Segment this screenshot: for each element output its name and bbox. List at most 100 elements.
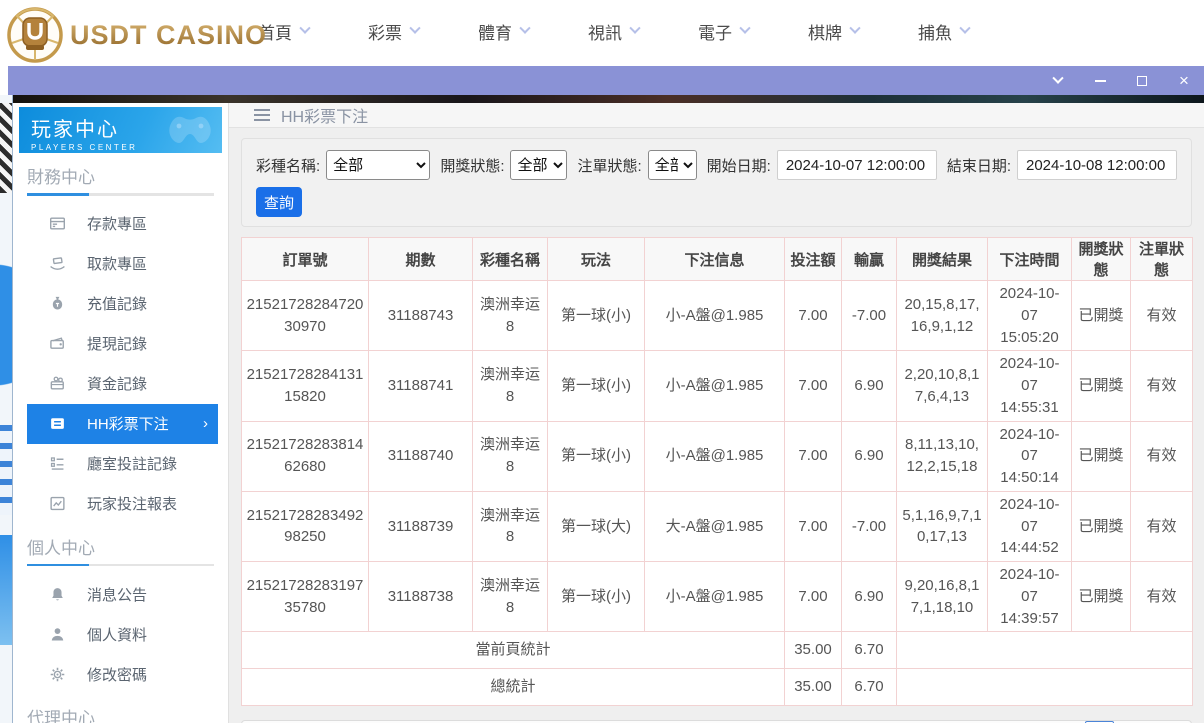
cell-order-no: 2152172828319735780 [241, 560, 369, 633]
nav-item-video[interactable]: 視訊 [588, 19, 641, 44]
col-header-win-loss: 輸贏 [841, 237, 897, 281]
nav-item-boardgames[interactable]: 棋牌 [808, 19, 861, 44]
col-header-order-status: 注單狀態 [1130, 237, 1193, 281]
sidebar-item-announcements[interactable]: 消息公告 [27, 574, 218, 614]
cell-bet-info: 小-A盤@1.985 [644, 350, 785, 422]
summary-label: 總統計 [241, 668, 785, 707]
sidebar: 玩家中心 PLAYERS CENTER 財務中心 存款專區 取款專區 充值記錄 … [13, 103, 229, 723]
table-row: 2152172828381462680 31188740 澳洲幸运8 第一球(小… [241, 420, 1193, 492]
summary-label: 當前頁統計 [241, 631, 785, 670]
summary-empty [896, 631, 1193, 670]
cell-win-loss: -7.00 [841, 279, 897, 352]
lottery-name-select[interactable]: 全部 [326, 150, 431, 180]
usdt-casino-ball-icon [6, 5, 64, 65]
cell-bet-info: 小-A盤@1.985 [644, 420, 785, 492]
summary-bet-amount: 35.00 [784, 668, 842, 707]
window-maximize-button[interactable] [1134, 73, 1150, 89]
chevron-down-icon [849, 22, 861, 34]
summary-win-loss: 6.70 [841, 631, 897, 670]
draw-status-label: 開獎狀態: [440, 157, 505, 175]
draw-status-select[interactable]: 全部 [510, 150, 568, 180]
chevron-down-icon [959, 22, 971, 34]
window-top-strip [13, 95, 1204, 103]
gamepad-icon [169, 116, 211, 143]
cell-draw-status: 已開獎 [1071, 560, 1131, 633]
start-date-input[interactable] [776, 150, 937, 180]
window-titlebar: × [8, 66, 1204, 95]
table-row: 2152172828472030970 31188743 澳洲幸运8 第一球(小… [241, 279, 1193, 352]
background-page-edge [0, 95, 12, 723]
cell-draw-result: 2,20,10,8,17,6,4,13 [896, 350, 988, 422]
sidebar-item-room-bet-record[interactable]: 廳室投註記錄 [27, 444, 218, 484]
window-collapse-button[interactable] [1050, 72, 1066, 89]
cell-period: 31188739 [368, 490, 473, 563]
cell-draw-status: 已開獎 [1071, 279, 1131, 352]
chevron-right-icon: › [203, 415, 208, 432]
section-underline [27, 193, 214, 196]
sidebar-item-fund-record[interactable]: 資金記錄 [27, 364, 218, 404]
end-date-input[interactable] [1017, 150, 1177, 180]
col-header-bet-info: 下注信息 [644, 237, 785, 281]
gear-icon [50, 667, 65, 681]
col-header-draw-status: 開獎狀態 [1071, 237, 1131, 281]
cell-period: 31188741 [368, 350, 473, 422]
sidebar-item-hh-lottery-bets[interactable]: HH彩票下注 › [27, 403, 218, 444]
cell-win-loss: 6.90 [841, 350, 897, 422]
sidebar-item-recharge-record[interactable]: 充值記錄 [27, 284, 218, 324]
cell-play: 第一球(小) [547, 350, 645, 422]
sidebar-item-change-password[interactable]: 修改密碼 [27, 654, 218, 694]
col-header-bet-amount: 投注額 [784, 237, 842, 281]
cell-bet-amount: 7.00 [784, 350, 842, 422]
section-title-agent: 代理中心 [27, 709, 95, 723]
nav-item-electronic[interactable]: 電子 [698, 19, 751, 44]
cell-order-status: 有效 [1130, 490, 1193, 563]
cell-lottery: 澳洲幸运8 [472, 420, 548, 492]
cell-bet-info: 大-A盤@1.985 [644, 490, 785, 563]
sidebar-item-withdrawal-record[interactable]: 提現記錄 [27, 324, 218, 364]
brand-logo[interactable]: USDT CASINO [6, 5, 267, 65]
summary-empty [896, 668, 1193, 707]
deposit-card-icon [50, 217, 65, 230]
summary-win-loss: 6.70 [841, 668, 897, 707]
table-row: 2152172828319735780 31188738 澳洲幸运8 第一球(小… [241, 560, 1193, 633]
cell-lottery: 澳洲幸运8 [472, 279, 548, 352]
sidebar-item-player-bet-report[interactable]: 玩家投注報表 [27, 484, 218, 524]
sidebar-item-withdraw[interactable]: 取款專區 [27, 244, 218, 284]
cell-draw-result: 9,20,16,8,17,1,18,10 [896, 560, 988, 633]
search-button[interactable]: 查詢 [256, 187, 302, 217]
section-underline [27, 563, 214, 566]
players-center-banner: 玩家中心 PLAYERS CENTER [19, 107, 222, 153]
personal-menu: 消息公告 個人資料 修改密碼 [27, 574, 218, 694]
cell-bet-time: 2024-10-07 14:39:57 [987, 560, 1072, 633]
table-row: 2152172828413115820 31188741 澳洲幸运8 第一球(小… [241, 350, 1193, 422]
cell-draw-status: 已開獎 [1071, 490, 1131, 563]
moneybag-icon [52, 296, 63, 310]
cell-draw-result: 20,15,8,17,16,9,1,12 [896, 279, 988, 352]
col-header-bet-time: 下注時間 [987, 237, 1072, 281]
sidebar-item-deposit[interactable]: 存款專區 [27, 204, 218, 244]
nav-item-fishing[interactable]: 捕魚 [918, 19, 971, 44]
col-header-play: 玩法 [547, 237, 645, 281]
cell-period: 31188740 [368, 420, 473, 492]
window-minimize-button[interactable] [1092, 73, 1108, 89]
chevron-down-icon [299, 22, 311, 34]
cell-draw-status: 已開獎 [1071, 350, 1131, 422]
cell-play: 第一球(小) [547, 279, 645, 352]
person-icon [51, 627, 64, 640]
cell-order-no: 2152172828349298250 [241, 490, 369, 563]
window-close-button[interactable]: × [1176, 72, 1192, 89]
cell-win-loss: 6.90 [841, 560, 897, 633]
finance-menu: 存款專區 取款專區 充值記錄 提現記錄 資金記錄 HH彩票下注 › 廳室投註記錄… [27, 204, 218, 524]
lottery-name-label: 彩種名稱: [256, 157, 321, 175]
sidebar-item-profile[interactable]: 個人資料 [27, 614, 218, 654]
filter-panel: 彩種名稱: 全部 開獎狀態: 全部 注單狀態: 全部 開始日期: 結束日期: 查… [241, 138, 1192, 227]
nav-item-sports[interactable]: 體育 [478, 19, 531, 44]
menu-toggle-icon[interactable] [254, 109, 270, 121]
order-status-select[interactable]: 全部 [647, 150, 697, 180]
summary-row-current-page: 當前頁統計 35.00 6.70 [241, 631, 1193, 670]
cell-order-no: 2152172828381462680 [241, 420, 369, 492]
cell-bet-time: 2024-10-07 14:44:52 [987, 490, 1072, 563]
cell-bet-amount: 7.00 [784, 279, 842, 352]
nav-item-lottery[interactable]: 彩票 [368, 19, 421, 44]
page-title: HH彩票下注 [281, 109, 369, 126]
